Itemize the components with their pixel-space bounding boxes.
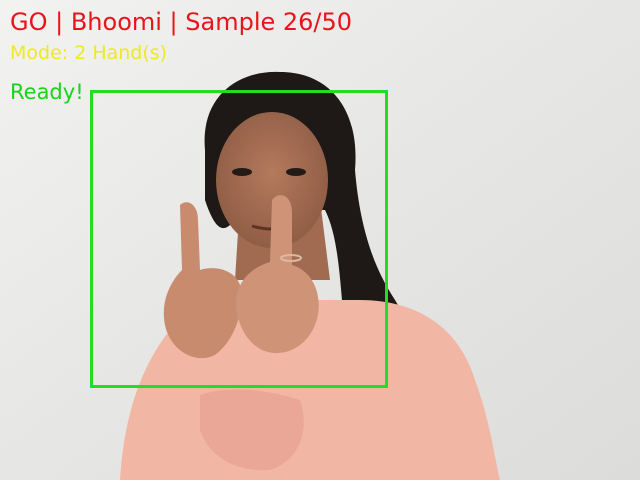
detection-roi-box bbox=[90, 90, 388, 388]
sign-label-title: GO | Bhoomi | Sample 26/50 bbox=[10, 8, 353, 36]
hand-mode-label: Mode: 2 Hand(s) bbox=[10, 42, 168, 64]
status-label: Ready! bbox=[10, 80, 84, 104]
